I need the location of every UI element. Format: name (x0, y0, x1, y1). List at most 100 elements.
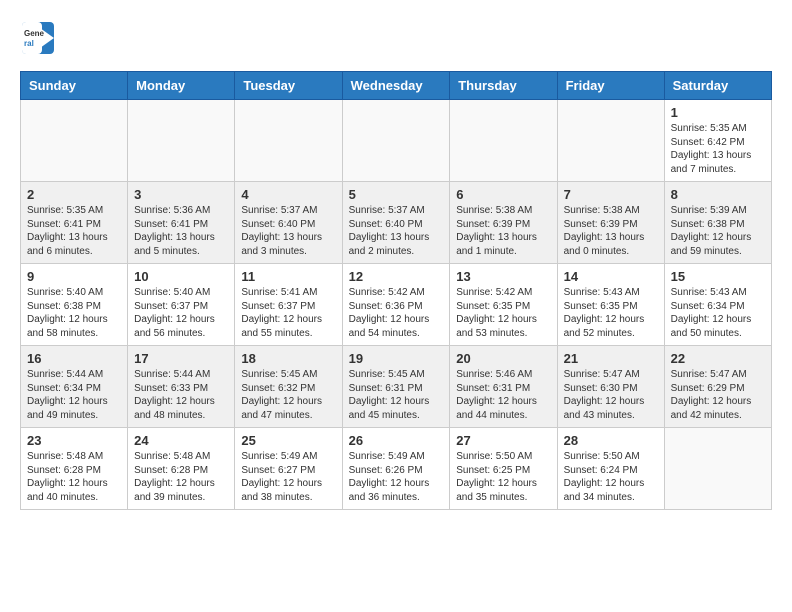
day-header-wednesday: Wednesday (342, 72, 450, 100)
calendar-cell: 4Sunrise: 5:37 AM Sunset: 6:40 PM Daylig… (235, 182, 342, 264)
day-info: Sunrise: 5:43 AM Sunset: 6:35 PM Dayligh… (564, 286, 658, 340)
day-header-thursday: Thursday (450, 72, 557, 100)
logo-graphic: Gene ral (20, 20, 56, 61)
calendar-cell: 28 Sunrise: 5:50 AM Sunset: 6:24 PM Dayli… (557, 428, 664, 510)
calendar-cell: 22 Sunrise: 5:47 AM Sunset: 6:29 PM Dayli… (664, 346, 771, 428)
day-number: 16 (27, 351, 121, 366)
day-info: Sunrise: 5:48 AM Sunset: 6:28 PM Dayligh… (134, 450, 228, 504)
day-number: 5 (349, 187, 444, 202)
day-info: Sunrise: 5:47 AM Sunset: 6:29 PM Dayligh… (671, 368, 765, 422)
day-number: 21 (564, 351, 658, 366)
svg-text:Gene: Gene (24, 29, 45, 38)
day-info: Sunrise: 5:40 AM Sunset: 6:38 PM Dayligh… (27, 286, 121, 340)
day-header-friday: Friday (557, 72, 664, 100)
day-info: Sunrise: 5:42 AM Sunset: 6:36 PM Dayligh… (349, 286, 444, 340)
day-number: 12 (349, 269, 444, 284)
calendar-cell: 26Sunrise: 5:49 AM Sunset: 6:26 PM Dayli… (342, 428, 450, 510)
calendar-cell: 19 Sunrise: 5:45 AM Sunset: 6:31 PM Dayli… (342, 346, 450, 428)
day-number: 13 (456, 269, 550, 284)
calendar-cell: 23 Sunrise: 5:48 AM Sunset: 6:28 PM Dayli… (21, 428, 128, 510)
day-info: Sunrise: 5:38 AM Sunset: 6:39 PM Dayligh… (456, 204, 550, 258)
day-info: Sunrise: 5:50 AM Sunset: 6:24 PM Dayligh… (564, 450, 658, 504)
day-number: 15 (671, 269, 765, 284)
day-info: Sunrise: 5:35 AM Sunset: 6:42 PM Dayligh… (671, 122, 765, 176)
day-number: 23 (27, 433, 121, 448)
svg-text:ral: ral (24, 39, 34, 48)
day-info: Sunrise: 5:50 AM Sunset: 6:25 PM Dayligh… (456, 450, 550, 504)
day-info: Sunrise: 5:44 AM Sunset: 6:34 PM Dayligh… (27, 368, 121, 422)
calendar-cell: 15 Sunrise: 5:43 AM Sunset: 6:34 PM Dayli… (664, 264, 771, 346)
day-info: Sunrise: 5:39 AM Sunset: 6:38 PM Dayligh… (671, 204, 765, 258)
header: Gene ral (20, 20, 772, 61)
calendar-cell (342, 100, 450, 182)
day-info: Sunrise: 5:43 AM Sunset: 6:34 PM Dayligh… (671, 286, 765, 340)
calendar-week-row: 1Sunrise: 5:35 AM Sunset: 6:42 PM Daylig… (21, 100, 772, 182)
calendar-week-row: 2 Sunrise: 5:35 AM Sunset: 6:41 PM Daylig… (21, 182, 772, 264)
calendar-cell: 7Sunrise: 5:38 AM Sunset: 6:39 PM Daylig… (557, 182, 664, 264)
calendar-week-row: 9 Sunrise: 5:40 AM Sunset: 6:38 PM Daylig… (21, 264, 772, 346)
calendar-cell (557, 100, 664, 182)
calendar-cell: 25Sunrise: 5:49 AM Sunset: 6:27 PM Dayli… (235, 428, 342, 510)
calendar-cell: 11 Sunrise: 5:41 AM Sunset: 6:37 PM Dayli… (235, 264, 342, 346)
day-number: 27 (456, 433, 550, 448)
calendar-cell: 3 Sunrise: 5:36 AM Sunset: 6:41 PM Daylig… (128, 182, 235, 264)
day-number: 7 (564, 187, 658, 202)
calendar-header-row: SundayMondayTuesdayWednesdayThursdayFrid… (21, 72, 772, 100)
calendar-cell: 1Sunrise: 5:35 AM Sunset: 6:42 PM Daylig… (664, 100, 771, 182)
calendar-cell (664, 428, 771, 510)
day-number: 14 (564, 269, 658, 284)
calendar-cell: 14 Sunrise: 5:43 AM Sunset: 6:35 PM Dayli… (557, 264, 664, 346)
day-info: Sunrise: 5:37 AM Sunset: 6:40 PM Dayligh… (349, 204, 444, 258)
calendar-cell (235, 100, 342, 182)
calendar-cell: 8 Sunrise: 5:39 AM Sunset: 6:38 PM Daylig… (664, 182, 771, 264)
day-number: 3 (134, 187, 228, 202)
day-number: 22 (671, 351, 765, 366)
calendar-cell: 17 Sunrise: 5:44 AM Sunset: 6:33 PM Dayli… (128, 346, 235, 428)
day-number: 24 (134, 433, 228, 448)
calendar-week-row: 23 Sunrise: 5:48 AM Sunset: 6:28 PM Dayli… (21, 428, 772, 510)
day-info: Sunrise: 5:35 AM Sunset: 6:41 PM Dayligh… (27, 204, 121, 258)
day-number: 11 (241, 269, 335, 284)
day-number: 18 (241, 351, 335, 366)
day-info: Sunrise: 5:42 AM Sunset: 6:35 PM Dayligh… (456, 286, 550, 340)
calendar-week-row: 16 Sunrise: 5:44 AM Sunset: 6:34 PM Dayli… (21, 346, 772, 428)
calendar-cell: 5 Sunrise: 5:37 AM Sunset: 6:40 PM Daylig… (342, 182, 450, 264)
calendar-cell (450, 100, 557, 182)
calendar-cell (21, 100, 128, 182)
day-number: 2 (27, 187, 121, 202)
day-number: 20 (456, 351, 550, 366)
logo: Gene ral (20, 20, 60, 61)
calendar-cell: 27 Sunrise: 5:50 AM Sunset: 6:25 PM Dayli… (450, 428, 557, 510)
calendar-cell: 9 Sunrise: 5:40 AM Sunset: 6:38 PM Daylig… (21, 264, 128, 346)
day-header-sunday: Sunday (21, 72, 128, 100)
day-number: 9 (27, 269, 121, 284)
day-info: Sunrise: 5:40 AM Sunset: 6:37 PM Dayligh… (134, 286, 228, 340)
day-info: Sunrise: 5:49 AM Sunset: 6:26 PM Dayligh… (349, 450, 444, 504)
calendar-cell: 6 Sunrise: 5:38 AM Sunset: 6:39 PM Daylig… (450, 182, 557, 264)
calendar-cell: 2 Sunrise: 5:35 AM Sunset: 6:41 PM Daylig… (21, 182, 128, 264)
day-number: 28 (564, 433, 658, 448)
day-info: Sunrise: 5:36 AM Sunset: 6:41 PM Dayligh… (134, 204, 228, 258)
day-info: Sunrise: 5:47 AM Sunset: 6:30 PM Dayligh… (564, 368, 658, 422)
calendar-cell: 20 Sunrise: 5:46 AM Sunset: 6:31 PM Dayli… (450, 346, 557, 428)
day-info: Sunrise: 5:45 AM Sunset: 6:32 PM Dayligh… (241, 368, 335, 422)
day-header-saturday: Saturday (664, 72, 771, 100)
calendar-cell: 24 Sunrise: 5:48 AM Sunset: 6:28 PM Dayli… (128, 428, 235, 510)
calendar-cell: 16 Sunrise: 5:44 AM Sunset: 6:34 PM Dayli… (21, 346, 128, 428)
calendar-cell: 10 Sunrise: 5:40 AM Sunset: 6:37 PM Dayli… (128, 264, 235, 346)
day-info: Sunrise: 5:46 AM Sunset: 6:31 PM Dayligh… (456, 368, 550, 422)
day-number: 25 (241, 433, 335, 448)
day-number: 10 (134, 269, 228, 284)
day-header-monday: Monday (128, 72, 235, 100)
day-number: 19 (349, 351, 444, 366)
day-info: Sunrise: 5:48 AM Sunset: 6:28 PM Dayligh… (27, 450, 121, 504)
calendar-cell: 12 Sunrise: 5:42 AM Sunset: 6:36 PM Dayli… (342, 264, 450, 346)
day-number: 17 (134, 351, 228, 366)
day-number: 8 (671, 187, 765, 202)
day-info: Sunrise: 5:41 AM Sunset: 6:37 PM Dayligh… (241, 286, 335, 340)
day-info: Sunrise: 5:45 AM Sunset: 6:31 PM Dayligh… (349, 368, 444, 422)
calendar-cell: 13 Sunrise: 5:42 AM Sunset: 6:35 PM Dayli… (450, 264, 557, 346)
day-number: 6 (456, 187, 550, 202)
day-info: Sunrise: 5:44 AM Sunset: 6:33 PM Dayligh… (134, 368, 228, 422)
calendar-cell (128, 100, 235, 182)
